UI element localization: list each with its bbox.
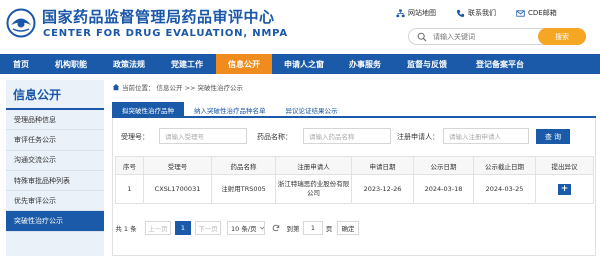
column-header: 公示日期 [413, 156, 474, 175]
total-count: 共 1 条 [115, 225, 137, 233]
home-icon [112, 83, 120, 91]
site-search: 搜索 [408, 28, 586, 45]
sidebar: 信息公开 受理品种信息 审评任务公示 沟通交流公示 特殊审批品种列表 优先审评公… [6, 80, 104, 256]
table-header-row: 序号 受理号 药品名称 注册申请人 申请日期 公示日期 公示截止日期 提出异议 [115, 156, 594, 175]
column-header: 药品名称 [211, 156, 276, 175]
tab-bar: 拟突破性治疗品种 纳入突破性治疗品种名单 异议论证结果公示 [112, 102, 596, 118]
filter-bar: 受理号： 请输入受理号 药品名称： 请输入药品名称 注册申请人： 请输入注册申请… [113, 128, 597, 148]
goto-unit: 页 [325, 225, 333, 233]
site-title-en: CENTER FOR DRUG EVALUATION, NMPA [43, 28, 288, 39]
chevron-down-icon [259, 226, 264, 230]
cell-deadline-date: 2024-03-25 [473, 174, 536, 204]
nav-services[interactable]: 办事服务 [336, 54, 394, 74]
main-content: 当前位置： 信息公开 >> 突破性治疗公示 拟突破性治疗品种 纳入突破性治疗品种… [112, 80, 596, 256]
search-input[interactable] [433, 31, 533, 43]
search-icon [417, 32, 427, 42]
applicant-input[interactable]: 请输入注册申请人 [443, 128, 529, 144]
nav-party-building[interactable]: 党建工作 [158, 54, 216, 74]
table-row: 1 CXSL1700031 注射用TRS005 浙江特瑞思药业股份有限公司 20… [115, 174, 594, 204]
breadcrumb: 当前位置： 信息公开 >> 突破性治疗公示 [112, 82, 243, 92]
results-table: 序号 受理号 药品名称 注册申请人 申请日期 公示日期 公示截止日期 提出异议 … [115, 156, 594, 204]
nav-policy[interactable]: 政策法规 [100, 54, 158, 74]
cell-publication-date: 2024-03-18 [413, 174, 474, 204]
phone-icon [456, 9, 465, 17]
acceptance-no-input[interactable]: 请输入受理号 [159, 128, 247, 144]
sidebar-item-breakthrough-therapy[interactable]: 突破性治疗公示 [6, 211, 104, 232]
cell-drug-name: 注射用TRS005 [211, 174, 276, 204]
page-1-button[interactable]: 1 [175, 221, 191, 235]
applicant-label: 注册申请人： [397, 133, 439, 141]
cde-mail-label: CDE邮箱 [528, 9, 557, 17]
site-header: 国家药品监督管理局药品审评中心 CENTER FOR DRUG EVALUATI… [0, 0, 600, 54]
column-header: 注册申请人 [275, 156, 352, 175]
sidebar-item-review-tasks[interactable]: 审评任务公示 [6, 130, 104, 151]
contact-label: 联系我们 [468, 9, 496, 17]
column-header: 提出异议 [535, 156, 594, 175]
nav-registration-platform[interactable]: 登记备案平台 [460, 54, 540, 74]
results-panel: 受理号： 请输入受理号 药品名称： 请输入药品名称 注册申请人： 请输入注册申请… [112, 118, 596, 256]
cell-acceptance-no: CXSL1700031 [143, 174, 212, 204]
breadcrumb-prefix: 当前位置： [122, 84, 155, 92]
sidebar-item-communication[interactable]: 沟通交流公示 [6, 151, 104, 171]
sidebar-item-priority-review[interactable]: 优先审评公示 [6, 191, 104, 212]
page-size-value: 10 条/页 [231, 225, 257, 233]
column-header: 公示截止日期 [473, 156, 536, 175]
sitemap-label: 网站地图 [408, 9, 436, 17]
search-button[interactable]: 搜索 [538, 28, 586, 45]
raise-objection-button[interactable]: + [558, 183, 571, 195]
tab-objection-results[interactable]: 异议论证结果公示 [276, 102, 348, 118]
next-page-button[interactable]: 下一页 [195, 221, 221, 235]
drug-name-input[interactable]: 请输入药品名称 [303, 128, 391, 144]
contact-link[interactable]: 联系我们 [456, 8, 496, 18]
sidebar-item-special-approval[interactable]: 特殊审批品种列表 [6, 171, 104, 192]
goto-page-input[interactable]: 1 [303, 221, 323, 235]
column-header: 申请日期 [351, 156, 414, 175]
column-header: 序号 [115, 156, 144, 175]
refresh-icon[interactable] [272, 224, 280, 232]
pagination: 共 1 条 上一页 1 下一页 10 条/页 到第 1 页 确定 [115, 221, 415, 235]
breadcrumb-path[interactable]: 信息公开 >> 突破性治疗公示 [157, 82, 244, 92]
cde-mail-link[interactable]: CDE邮箱 [516, 8, 557, 18]
cell-index: 1 [115, 174, 144, 204]
mail-icon [516, 9, 525, 17]
nav-functions[interactable]: 机构职能 [42, 54, 100, 74]
nav-info-disclosure[interactable]: 信息公开 [216, 54, 272, 74]
query-button[interactable]: 查 询 [536, 129, 570, 144]
drug-name-label: 药品名称： [257, 133, 292, 141]
tab-included-list[interactable]: 纳入突破性治疗品种名单 [184, 102, 276, 118]
cell-objection: + [535, 174, 594, 204]
nav-home[interactable]: 首页 [0, 54, 42, 74]
goto-prefix [271, 221, 281, 235]
main-nav: 首页 机构职能 政策法规 党建工作 信息公开 申请人之窗 办事服务 监督与反馈 … [0, 54, 600, 74]
tab-proposed-breakthrough[interactable]: 拟突破性治疗品种 [112, 102, 184, 118]
top-links: 网站地图 联系我们 CDE邮箱 [396, 8, 557, 18]
sidebar-title: 信息公开 [6, 80, 104, 110]
cde-logo-icon[interactable] [6, 8, 36, 38]
column-header: 受理号 [143, 156, 212, 175]
sidebar-item-accepted-varieties[interactable]: 受理品种信息 [6, 110, 104, 131]
nav-applicant-window[interactable]: 申请人之窗 [272, 54, 336, 74]
nav-supervision-feedback[interactable]: 监督与反馈 [394, 54, 460, 74]
sitemap-link[interactable]: 网站地图 [396, 8, 436, 18]
site-title-cn: 国家药品监督管理局药品审评中心 [42, 8, 275, 26]
goto-confirm-button[interactable]: 确定 [337, 221, 359, 235]
cell-application-date: 2023-12-26 [351, 174, 414, 204]
sitemap-icon [396, 8, 405, 17]
prev-page-button[interactable]: 上一页 [145, 221, 171, 235]
acceptance-no-label: 受理号： [121, 133, 149, 141]
goto-label: 到第 [286, 225, 300, 233]
page-size-select[interactable]: 10 条/页 [227, 221, 265, 235]
cell-applicant: 浙江特瑞思药业股份有限公司 [275, 174, 352, 204]
